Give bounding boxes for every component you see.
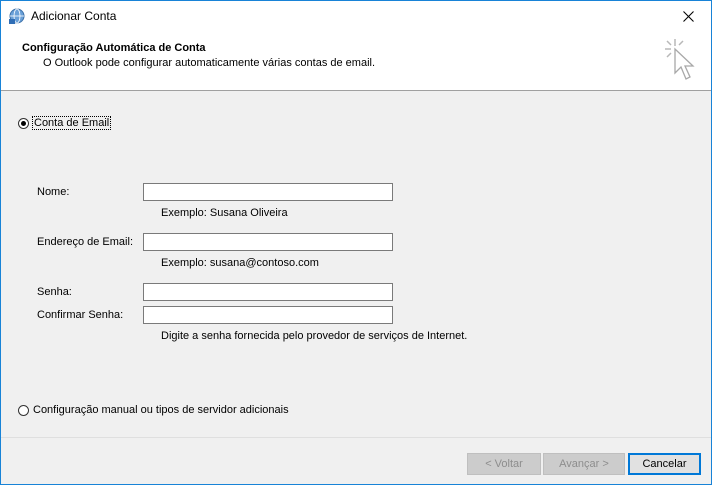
- header-title: Configuração Automática de Conta: [22, 42, 206, 54]
- radio-selected-dot: [21, 120, 26, 126]
- email-account-radio[interactable]: Conta de Email: [18, 116, 112, 130]
- manual-setup-label: Configuração manual ou tipos de servidor…: [33, 404, 289, 416]
- name-label: Nome:: [37, 186, 70, 198]
- close-button[interactable]: [665, 1, 711, 31]
- email-example: Exemplo: susana@contoso.com: [161, 257, 319, 269]
- email-label: Endereço de Email:: [37, 236, 133, 248]
- cancel-button[interactable]: Cancelar: [628, 453, 701, 475]
- cursor-sparkle-icon: [665, 39, 695, 80]
- close-icon: [682, 10, 694, 22]
- email-account-label: Conta de Email: [31, 116, 112, 130]
- email-input[interactable]: [143, 233, 393, 251]
- password-hint: Digite a senha fornecida pelo provedor d…: [161, 330, 468, 342]
- confirm-password-input[interactable]: [143, 306, 393, 324]
- password-input[interactable]: [143, 283, 393, 301]
- name-example: Exemplo: Susana Oliveira: [161, 207, 288, 219]
- back-button[interactable]: < Voltar: [467, 453, 541, 475]
- manual-setup-radio[interactable]: Configuração manual ou tipos de servidor…: [18, 404, 289, 416]
- confirm-password-label: Confirmar Senha:: [37, 309, 124, 321]
- dialog-body: Conta de Email Nome: Exemplo: Susana Oli…: [1, 91, 711, 484]
- footer-divider: [1, 437, 711, 438]
- header-subtitle: O Outlook pode configurar automaticament…: [43, 57, 376, 69]
- dialog-header: Configuração Automática de Conta O Outlo…: [1, 31, 711, 91]
- radio-button[interactable]: [18, 404, 29, 416]
- radio-button[interactable]: [18, 117, 29, 129]
- next-button[interactable]: Avançar >: [543, 453, 625, 475]
- globe-icon: [9, 8, 25, 24]
- window-title: Adicionar Conta: [31, 9, 117, 23]
- password-label: Senha:: [37, 286, 72, 298]
- title-bar: Adicionar Conta: [1, 1, 711, 31]
- name-input[interactable]: [143, 183, 393, 201]
- add-account-dialog: Adicionar Conta Configuração Automática …: [0, 0, 712, 485]
